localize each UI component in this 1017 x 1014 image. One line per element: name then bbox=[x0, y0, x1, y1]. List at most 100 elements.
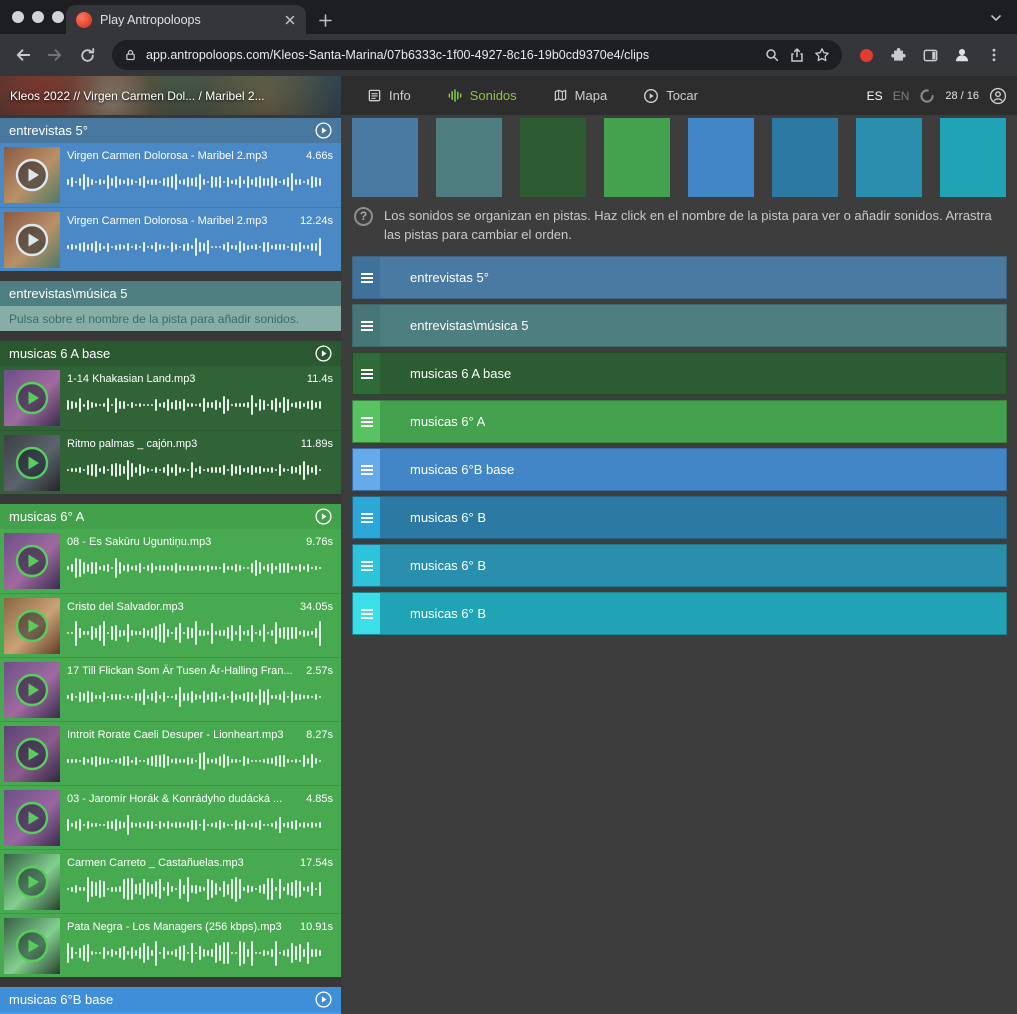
track-color-pad[interactable] bbox=[604, 118, 670, 197]
tab-search-chevron-icon[interactable] bbox=[989, 11, 1003, 25]
waveform-bar bbox=[79, 628, 81, 638]
clip-item[interactable]: 17 Till Flickan Som Är Tusen År-Halling … bbox=[0, 657, 341, 721]
track-row[interactable]: entrevistas\música 5 bbox=[352, 304, 1007, 347]
account-icon[interactable] bbox=[989, 87, 1007, 105]
waveform-bar bbox=[107, 951, 109, 955]
waveform-bar bbox=[107, 758, 109, 764]
clip-item[interactable]: Pata Negra - Los Managers (256 kbps).mp3… bbox=[0, 913, 341, 977]
play-clip-button[interactable] bbox=[15, 865, 49, 899]
waveform-bar bbox=[123, 245, 125, 249]
clip-item[interactable]: Cristo del Salvador.mp334.05s bbox=[0, 593, 341, 657]
play-clip-button[interactable] bbox=[15, 801, 49, 835]
track-group-header[interactable]: musicas 6° A bbox=[0, 504, 341, 529]
track-color-pad[interactable] bbox=[352, 118, 418, 197]
tab-sonidos[interactable]: Sonidos bbox=[447, 88, 517, 103]
play-clip-button[interactable] bbox=[15, 929, 49, 963]
waveform-bar bbox=[223, 881, 225, 896]
play-clip-button[interactable] bbox=[15, 158, 49, 192]
track-color-pad[interactable] bbox=[688, 118, 754, 197]
clip-item[interactable]: Virgen Carmen Dolorosa - Maribel 2.mp34.… bbox=[0, 143, 341, 207]
tab-info[interactable]: Info bbox=[367, 88, 411, 103]
forward-icon[interactable] bbox=[42, 46, 68, 64]
play-clip-button[interactable] bbox=[15, 609, 49, 643]
play-track-button[interactable] bbox=[315, 345, 332, 362]
menu-kebab-icon[interactable] bbox=[981, 47, 1007, 63]
address-bar[interactable]: app.antropoloops.com/Kleos-Santa-Marina/… bbox=[112, 40, 842, 70]
lang-en-button[interactable]: EN bbox=[893, 89, 910, 103]
track-group-header[interactable]: musicas 6°B base bbox=[0, 987, 341, 1012]
tab-close-icon[interactable] bbox=[284, 14, 296, 26]
track-group-header[interactable]: entrevistas\música 5 bbox=[0, 281, 341, 306]
track-group-header[interactable]: musicas 6 A base bbox=[0, 341, 341, 366]
breadcrumb[interactable]: Kleos 2022 // Virgen Carmen Dol... / Mar… bbox=[0, 76, 341, 115]
drag-handle[interactable] bbox=[353, 449, 380, 490]
waveform-bar bbox=[259, 820, 261, 831]
extension-record-icon[interactable] bbox=[860, 49, 873, 62]
waveform-bar bbox=[75, 245, 77, 249]
drag-handle[interactable] bbox=[353, 593, 380, 634]
waveform-bar bbox=[67, 943, 69, 964]
clip-item[interactable]: 08 - Es Sakūru Uguntiņu.mp39.76s bbox=[0, 529, 341, 593]
waveform-bar bbox=[155, 941, 157, 966]
play-clip-button[interactable] bbox=[15, 737, 49, 771]
track-color-pad[interactable] bbox=[772, 118, 838, 197]
track-row[interactable]: entrevistas 5° bbox=[352, 256, 1007, 299]
tab-mapa[interactable]: Mapa bbox=[553, 88, 608, 103]
waveform-bar bbox=[271, 878, 273, 900]
track-group-header[interactable]: entrevistas 5° bbox=[0, 118, 341, 143]
window-close-button[interactable] bbox=[12, 11, 24, 23]
window-minimize-button[interactable] bbox=[32, 11, 44, 23]
track-row[interactable]: musicas 6°B base bbox=[352, 448, 1007, 491]
side-panel-icon[interactable] bbox=[917, 47, 943, 64]
track-row[interactable]: musicas 6° A bbox=[352, 400, 1007, 443]
zoom-icon[interactable] bbox=[764, 47, 780, 63]
back-icon[interactable] bbox=[10, 46, 36, 64]
waveform-bar bbox=[295, 759, 297, 763]
track-color-pad[interactable] bbox=[520, 118, 586, 197]
track-color-pad[interactable] bbox=[856, 118, 922, 197]
clip-item[interactable]: Carmen Carreto _ Castañuelas.mp317.54s bbox=[0, 849, 341, 913]
drag-handle[interactable] bbox=[353, 401, 380, 442]
drag-handle[interactable] bbox=[353, 497, 380, 538]
lang-es-button[interactable]: ES bbox=[867, 89, 883, 103]
tab-tocar[interactable]: Tocar bbox=[643, 88, 698, 104]
play-clip-button[interactable] bbox=[15, 544, 49, 578]
play-clip-button[interactable] bbox=[15, 381, 49, 415]
drag-handle[interactable] bbox=[353, 257, 380, 298]
waveform-bar bbox=[271, 949, 273, 957]
new-tab-icon[interactable] bbox=[318, 13, 333, 28]
profile-avatar-icon[interactable] bbox=[949, 46, 975, 64]
reload-icon[interactable] bbox=[74, 47, 100, 64]
clip-item[interactable]: 1-14 Khakasian Land.mp311.4s bbox=[0, 366, 341, 430]
track-row[interactable]: musicas 6° B bbox=[352, 496, 1007, 539]
drag-handle[interactable] bbox=[353, 305, 380, 346]
browser-tab[interactable]: Play Antropoloops bbox=[66, 5, 306, 34]
play-track-button[interactable] bbox=[315, 991, 332, 1008]
waveform-bar bbox=[267, 951, 269, 955]
window-zoom-button[interactable] bbox=[52, 11, 64, 23]
track-row[interactable]: musicas 6° B bbox=[352, 544, 1007, 587]
play-clip-button[interactable] bbox=[15, 673, 49, 707]
track-color-pad[interactable] bbox=[940, 118, 1006, 197]
play-track-button[interactable] bbox=[315, 122, 332, 139]
play-clip-button[interactable] bbox=[15, 223, 49, 257]
play-clip-button[interactable] bbox=[15, 446, 49, 480]
waveform-bar bbox=[211, 880, 213, 899]
play-track-button[interactable] bbox=[315, 508, 332, 525]
extensions-puzzle-icon[interactable] bbox=[885, 47, 911, 64]
share-icon[interactable] bbox=[789, 47, 805, 63]
waveform-bar bbox=[187, 822, 189, 827]
clip-item[interactable]: 03 - Jaromír Horák & Konrádyho dudácká .… bbox=[0, 785, 341, 849]
track-color-pad[interactable] bbox=[436, 118, 502, 197]
drag-handle[interactable] bbox=[353, 545, 380, 586]
drag-handle[interactable] bbox=[353, 353, 380, 394]
bookmark-star-icon[interactable] bbox=[814, 47, 830, 63]
track-row[interactable]: musicas 6° B bbox=[352, 592, 1007, 635]
clip-item[interactable]: Ritmo palmas _ cajón.mp311.89s bbox=[0, 430, 341, 494]
clip-item[interactable]: Introit Rorate Caeli Desuper - Lionheart… bbox=[0, 721, 341, 785]
track-row[interactable]: musicas 6 A base bbox=[352, 352, 1007, 395]
waveform-bar bbox=[283, 950, 285, 957]
waveform-bar bbox=[139, 464, 141, 475]
url-text[interactable]: app.antropoloops.com/Kleos-Santa-Marina/… bbox=[146, 48, 755, 62]
clip-item[interactable]: Virgen Carmen Dolorosa - Maribel 2.mp312… bbox=[0, 207, 341, 271]
